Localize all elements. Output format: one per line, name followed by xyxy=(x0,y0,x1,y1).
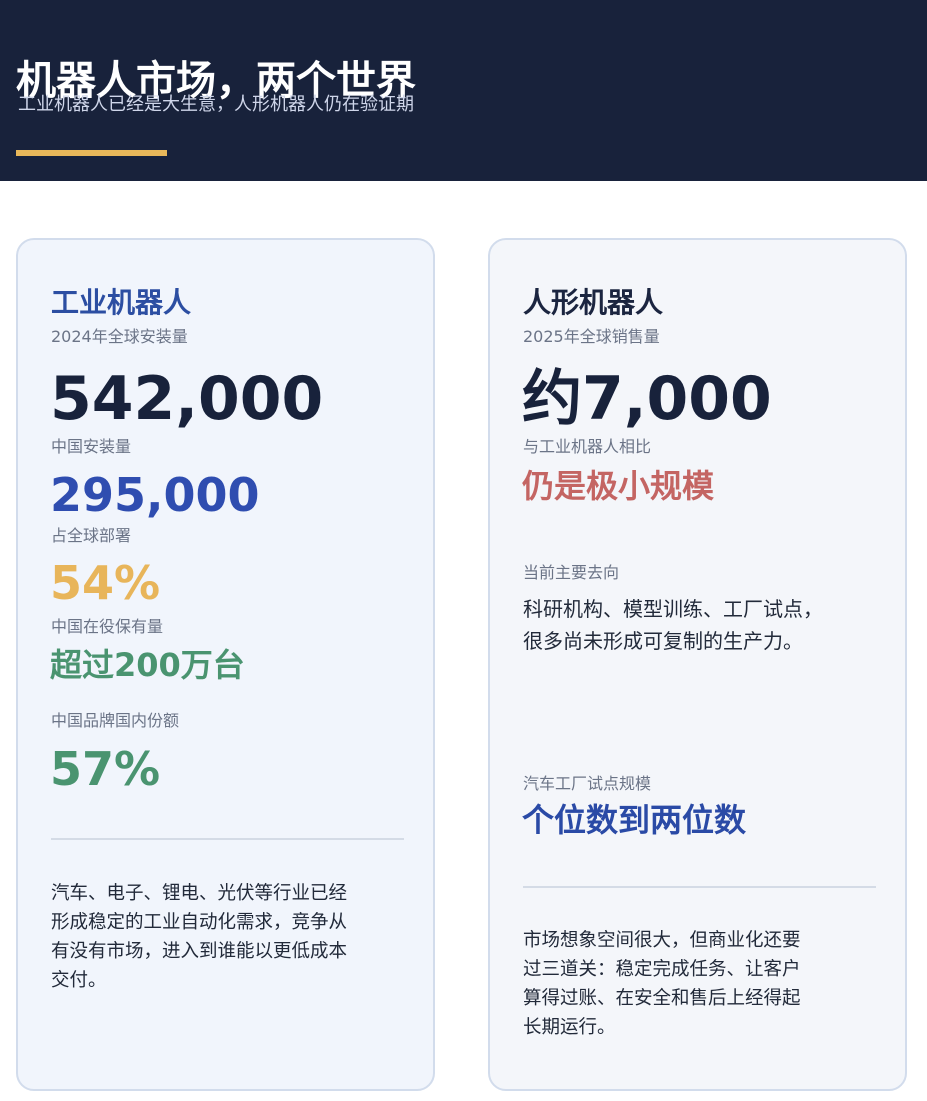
share-label: 占全球部署 xyxy=(51,526,132,545)
industrial-divider xyxy=(51,838,404,840)
stock-value: 超过200万台 xyxy=(50,646,245,684)
industrial-card-heading: 工业机器人 xyxy=(51,286,192,319)
brand-share-value: 57% xyxy=(50,742,161,796)
compare-value: 仍是极小规模 xyxy=(522,467,715,505)
pilot-value: 个位数到两位数 xyxy=(522,801,747,839)
humanoid-robot-card: 人形机器人 2025年全球销售量 约7,000 与工业机器人相比 仍是极小规模 … xyxy=(488,238,907,1091)
pilot-label: 汽车工厂试点规模 xyxy=(523,774,652,793)
humanoid-card-heading: 人形机器人 xyxy=(523,286,664,319)
direction-text: 科研机构、模型训练、工厂试点， 很多尚未形成可复制的生产力。 xyxy=(523,597,823,653)
direction-label: 当前主要去向 xyxy=(523,563,620,582)
humanoid-description: 市场想象空间很大，但商业化还要 过三道关：稳定完成任务、让客户 算得过账、在安全… xyxy=(523,930,801,1038)
brand-share-label: 中国品牌国内份额 xyxy=(51,711,180,730)
page-subtitle: 工业机器人已经是大生意，人形机器人仍在验证期 xyxy=(18,94,414,115)
stock-label: 中国在役保有量 xyxy=(51,617,164,636)
global-install-value: 542,000 xyxy=(50,364,324,434)
sales-value: 约7,000 xyxy=(522,364,772,434)
share-value: 54% xyxy=(50,556,161,610)
accent-bar xyxy=(16,150,167,156)
industrial-robot-card: 工业机器人 2024年全球安装量 542,000 中国安装量 295,000 占… xyxy=(16,238,435,1091)
humanoid-divider xyxy=(523,886,876,888)
page-header: 机器人市场，两个世界 工业机器人已经是大生意，人形机器人仍在验证期 xyxy=(0,0,927,181)
industrial-description: 汽车、电子、锂电、光伏等行业已经 形成稳定的工业自动化需求，竞争从 有没有市场，… xyxy=(51,883,348,991)
sales-label: 2025年全球销售量 xyxy=(523,327,660,346)
china-install-value: 295,000 xyxy=(50,468,260,522)
compare-label: 与工业机器人相比 xyxy=(523,437,652,456)
china-install-label: 中国安装量 xyxy=(51,437,132,456)
global-install-label: 2024年全球安装量 xyxy=(51,327,188,346)
